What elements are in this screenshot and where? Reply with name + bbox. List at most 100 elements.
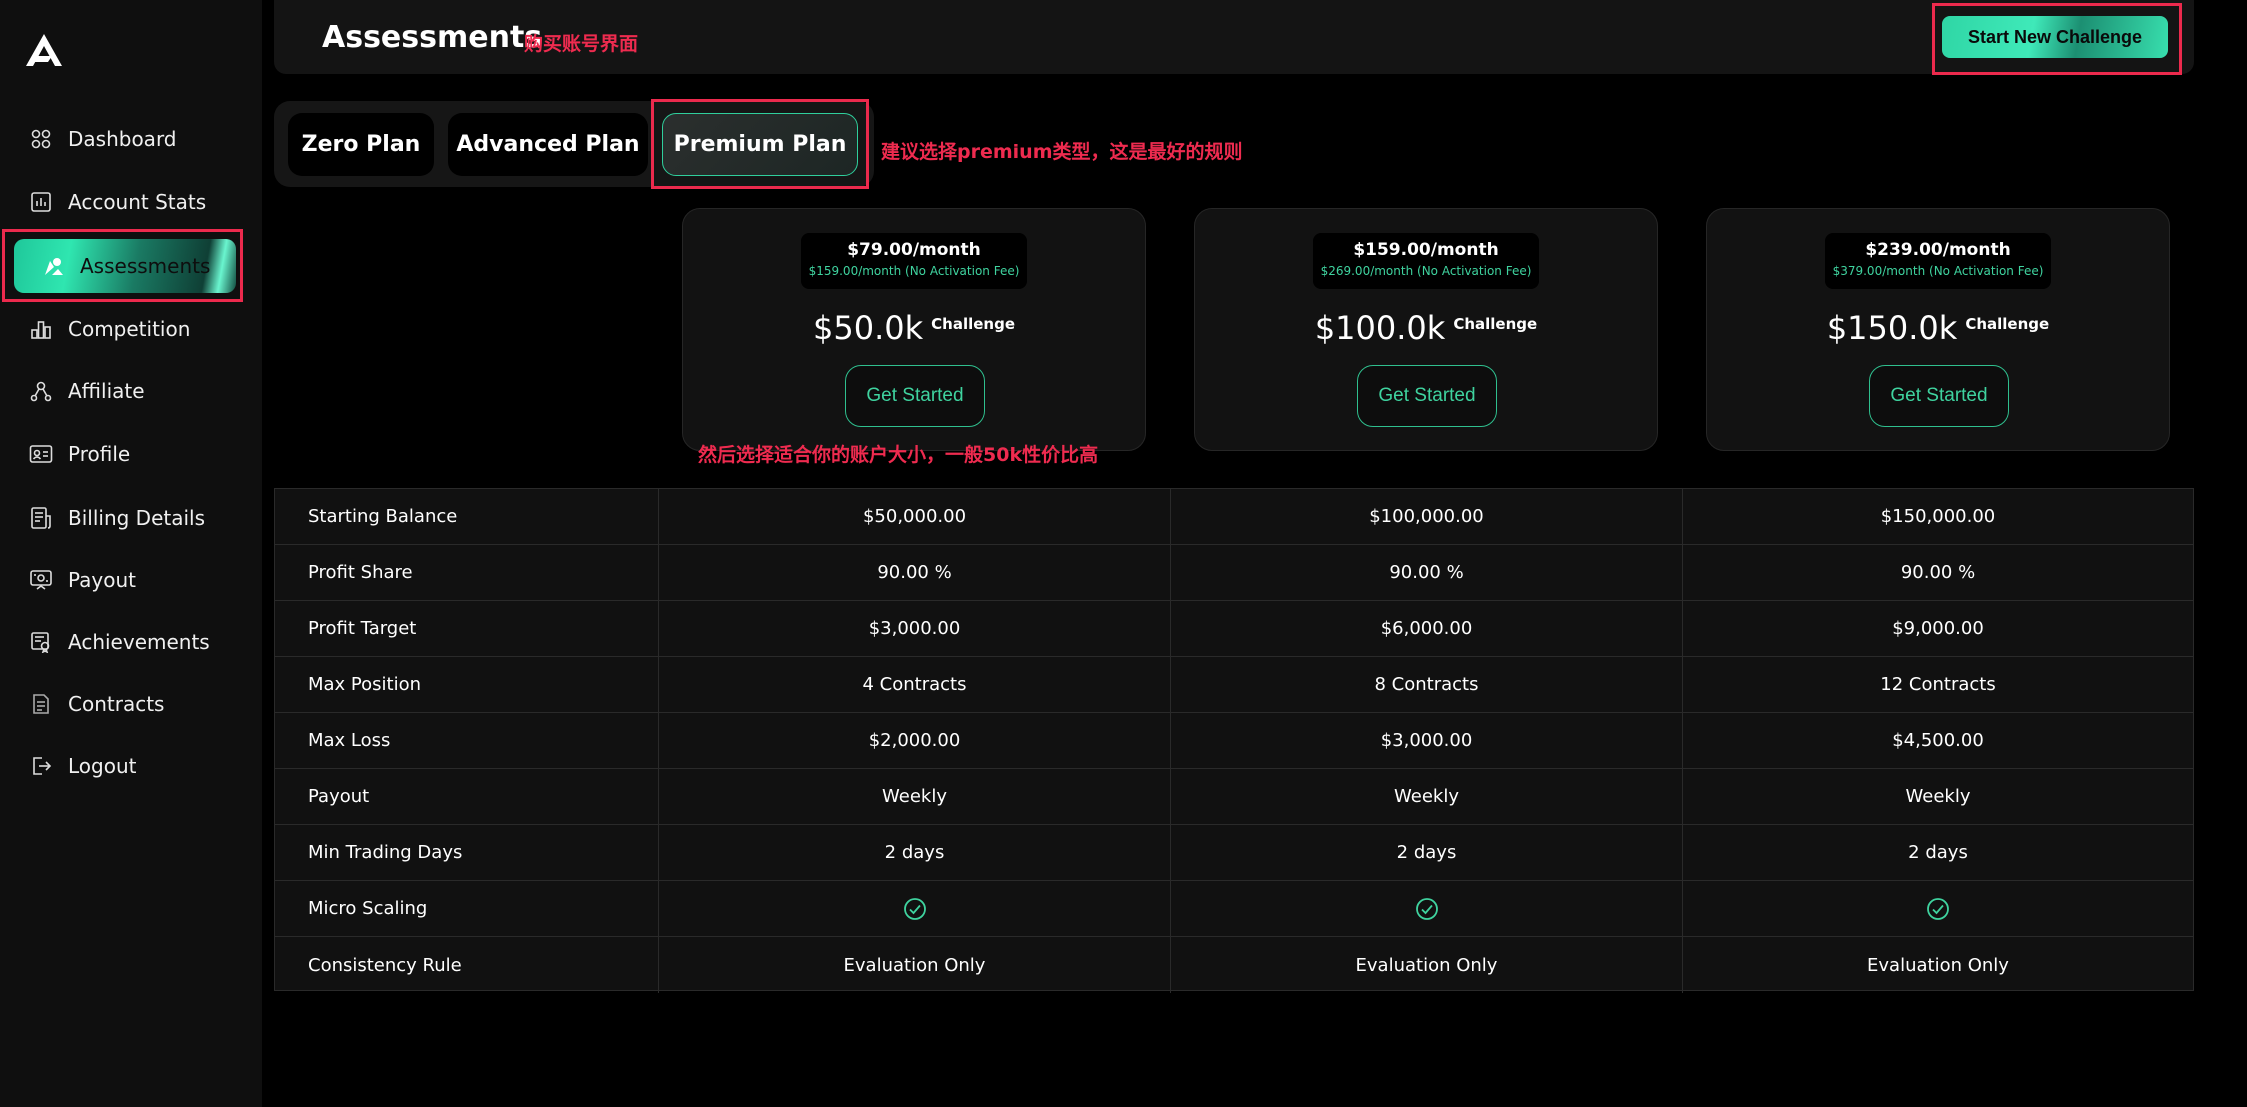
row-label: Profit Share xyxy=(275,545,659,600)
plan-card-50k: $79.00/month $159.00/month (No Activatio… xyxy=(682,208,1146,451)
account-size-amount: $150.0k xyxy=(1826,309,1958,347)
row-label: Min Trading Days xyxy=(275,825,659,880)
table-cell: Weekly xyxy=(659,769,1171,824)
table-cell: 8 Contracts xyxy=(1171,657,1683,712)
sidebar-item-label: Contracts xyxy=(68,692,165,716)
table-row: Starting Balance $50,000.00 $100,000.00 $15… xyxy=(275,489,2193,545)
tab-premium-plan[interactable]: Premium Plan xyxy=(662,113,858,176)
network-icon xyxy=(28,378,54,404)
table-cell: 90.00 % xyxy=(659,545,1171,600)
sidebar-item-competition[interactable]: Competition xyxy=(14,302,236,356)
sidebar-item-assessments[interactable]: Assessments xyxy=(14,239,236,293)
account-size-label: Challenge xyxy=(931,315,1015,333)
table-cell: $50,000.00 xyxy=(659,489,1171,544)
plan-tabs: Zero Plan Advanced Plan Premium Plan xyxy=(274,101,874,187)
row-label: Payout xyxy=(275,769,659,824)
table-row: Max Position 4 Contracts 8 Contracts 12 Con… xyxy=(275,657,2193,713)
header-annotation: 购买账号界面 xyxy=(524,33,639,55)
sidebar-item-account-stats[interactable]: Account Stats xyxy=(14,175,236,229)
grid-icon xyxy=(28,126,54,152)
sidebar-item-label: Competition xyxy=(68,317,191,341)
account-size: $50.0k Challenge xyxy=(683,309,1145,347)
tab-advanced-plan[interactable]: Advanced Plan xyxy=(448,113,648,176)
brand-logo-icon[interactable] xyxy=(24,32,64,68)
table-row: Max Loss $2,000.00 $3,000.00 $4,500.00 xyxy=(275,713,2193,769)
table-cell: $3,000.00 xyxy=(659,601,1171,656)
sidebar-item-logout[interactable]: Logout xyxy=(14,739,236,793)
table-cell: Weekly xyxy=(1905,786,1971,807)
sidebar-item-billing-details[interactable]: Billing Details xyxy=(14,491,236,545)
check-circle-icon xyxy=(659,881,1171,936)
table-cell: 2 days xyxy=(659,825,1171,880)
payout-icon xyxy=(28,567,54,593)
cards-annotation: 然后选择适合你的账户大小，一般50k性价比高 xyxy=(698,444,1099,466)
sidebar-item-contracts[interactable]: Contracts xyxy=(14,677,236,731)
row-label: Max Loss xyxy=(275,713,659,768)
price-pill: $79.00/month $159.00/month (No Activatio… xyxy=(801,233,1027,289)
id-card-icon xyxy=(28,441,54,467)
table-row: Micro Scaling xyxy=(275,881,2193,937)
table-cell: $2,000.00 xyxy=(659,713,1171,768)
sidebar-item-achievements[interactable]: Achievements xyxy=(14,615,236,669)
row-label: Micro Scaling xyxy=(275,881,659,936)
table-row: Profit Share 90.00 % 90.00 % 90.00 % xyxy=(275,545,2193,601)
table-row: Profit Target $3,000.00 $6,000.00 $9,000.00 xyxy=(275,601,2193,657)
account-size-label: Challenge xyxy=(1453,315,1538,333)
get-started-button[interactable]: Get Started xyxy=(845,365,985,427)
assessment-icon xyxy=(40,253,66,279)
receipt-icon xyxy=(28,505,54,531)
table-cell: $9,000.00 xyxy=(1892,618,1984,639)
bar-chart-icon xyxy=(28,189,54,215)
sidebar-item-label: Account Stats xyxy=(68,190,207,214)
get-started-button[interactable]: Get Started xyxy=(1869,365,2009,427)
sidebar-item-label: Affiliate xyxy=(68,379,145,403)
table-cell: 12 Contracts xyxy=(1880,674,1996,695)
sidebar-item-label: Achievements xyxy=(68,630,210,654)
plan-card-150k: $239.00/month $379.00/month (No Activati… xyxy=(1706,208,2170,451)
monthly-price: $239.00/month xyxy=(1865,240,2011,260)
get-started-button[interactable]: Get Started xyxy=(1357,365,1497,427)
price-pill: $239.00/month $379.00/month (No Activati… xyxy=(1825,233,2051,289)
podium-chart-icon xyxy=(28,316,54,342)
certificate-icon xyxy=(28,629,54,655)
table-cell: Weekly xyxy=(1171,769,1683,824)
sidebar-item-label: Payout xyxy=(68,568,137,592)
sidebar-item-payout[interactable]: Payout xyxy=(14,553,236,607)
table-cell: Evaluation Only xyxy=(1867,954,2009,976)
table-cell: $150,000.00 xyxy=(1880,506,1996,527)
table-cell: Evaluation Only xyxy=(659,937,1171,993)
account-size-amount: $50.0k xyxy=(813,309,924,347)
account-size: $100.0k Challenge xyxy=(1195,309,1657,347)
check-circle-icon xyxy=(1683,881,2193,936)
start-new-challenge-button[interactable]: Start New Challenge xyxy=(1942,16,2168,58)
no-activation-price: $269.00/month (No Activation Fee) xyxy=(1320,264,1532,278)
check-circle-icon xyxy=(1171,881,1683,936)
table-row: Min Trading Days 2 days 2 days 2 days xyxy=(275,825,2193,881)
table-cell: 4 Contracts xyxy=(659,657,1171,712)
page-header: Assessments 购买账号界面 Start New Challenge xyxy=(274,0,2194,74)
plan-card-100k: $159.00/month $269.00/month (No Activati… xyxy=(1194,208,1658,451)
table-row: Payout Weekly Weekly Weekly xyxy=(275,769,2193,825)
price-pill: $159.00/month $269.00/month (No Activati… xyxy=(1313,233,1539,289)
table-cell: $3,000.00 xyxy=(1171,713,1683,768)
monthly-price: $159.00/month xyxy=(1353,240,1499,260)
table-cell: Evaluation Only xyxy=(1171,937,1683,993)
no-activation-price: $379.00/month (No Activation Fee) xyxy=(1832,264,2044,278)
sidebar-item-label: Billing Details xyxy=(68,506,206,530)
table-cell: $4,500.00 xyxy=(1892,730,1984,751)
sidebar-item-label: Assessments xyxy=(80,254,211,278)
row-label: Max Position xyxy=(275,657,659,712)
row-label: Profit Target xyxy=(275,601,659,656)
row-label: Consistency Rule xyxy=(275,937,659,993)
table-cell: $6,000.00 xyxy=(1171,601,1683,656)
table-cell: 2 days xyxy=(1908,842,1968,863)
table-cell: 2 days xyxy=(1171,825,1683,880)
sidebar-item-dashboard[interactable]: Dashboard xyxy=(14,112,236,166)
no-activation-price: $159.00/month (No Activation Fee) xyxy=(808,264,1020,278)
tabs-annotation: 建议选择premium类型，这是最好的规则 xyxy=(881,141,1243,163)
sidebar-item-profile[interactable]: Profile xyxy=(14,427,236,481)
page-title: Assessments xyxy=(322,20,543,55)
table-cell: 90.00 % xyxy=(1171,545,1683,600)
tab-zero-plan[interactable]: Zero Plan xyxy=(288,113,434,176)
sidebar-item-affiliate[interactable]: Affiliate xyxy=(14,364,236,418)
